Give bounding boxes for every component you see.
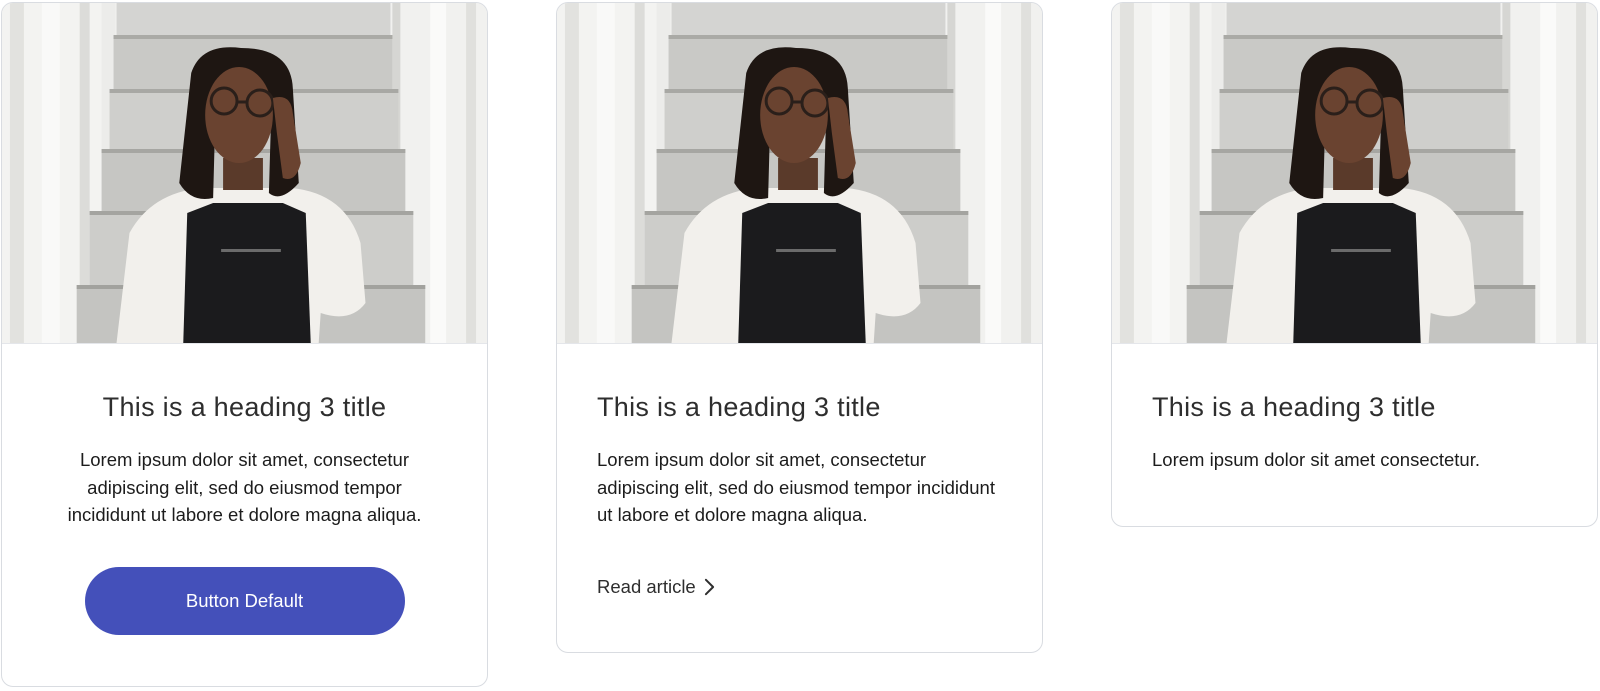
card-title: This is a heading 3 title bbox=[1152, 392, 1436, 422]
chevron-right-icon bbox=[704, 578, 715, 596]
default-button[interactable]: Button Default bbox=[84, 566, 405, 635]
read-article-label: Read article bbox=[597, 575, 696, 597]
card-body: This is a heading 3 title Lorem ipsum do… bbox=[2, 390, 487, 635]
card-text: Lorem ipsum dolor sit amet consectetur. bbox=[1152, 449, 1481, 470]
card-grid: This is a heading 3 title Lorem ipsum do… bbox=[0, 0, 1600, 691]
read-article-link[interactable]: Read article bbox=[597, 576, 715, 598]
card-body: This is a heading 3 title Lorem ipsum do… bbox=[1112, 390, 1597, 474]
card-centered-with-button: This is a heading 3 title Lorem ipsum do… bbox=[1, 2, 488, 687]
card-title: This is a heading 3 title bbox=[102, 392, 387, 422]
card-photo bbox=[557, 3, 1042, 344]
card-body: This is a heading 3 title Lorem ipsum do… bbox=[557, 390, 1042, 598]
card-photo bbox=[1112, 3, 1597, 344]
card-title: This is a heading 3 title bbox=[597, 392, 881, 422]
card-text: Lorem ipsum dolor sit amet, consectetur … bbox=[597, 449, 995, 525]
card-photo bbox=[2, 3, 487, 344]
card-with-link: This is a heading 3 title Lorem ipsum do… bbox=[556, 2, 1043, 653]
card-text: Lorem ipsum dolor sit amet, consectetur … bbox=[67, 449, 422, 525]
card-simple: This is a heading 3 title Lorem ipsum do… bbox=[1111, 2, 1598, 527]
